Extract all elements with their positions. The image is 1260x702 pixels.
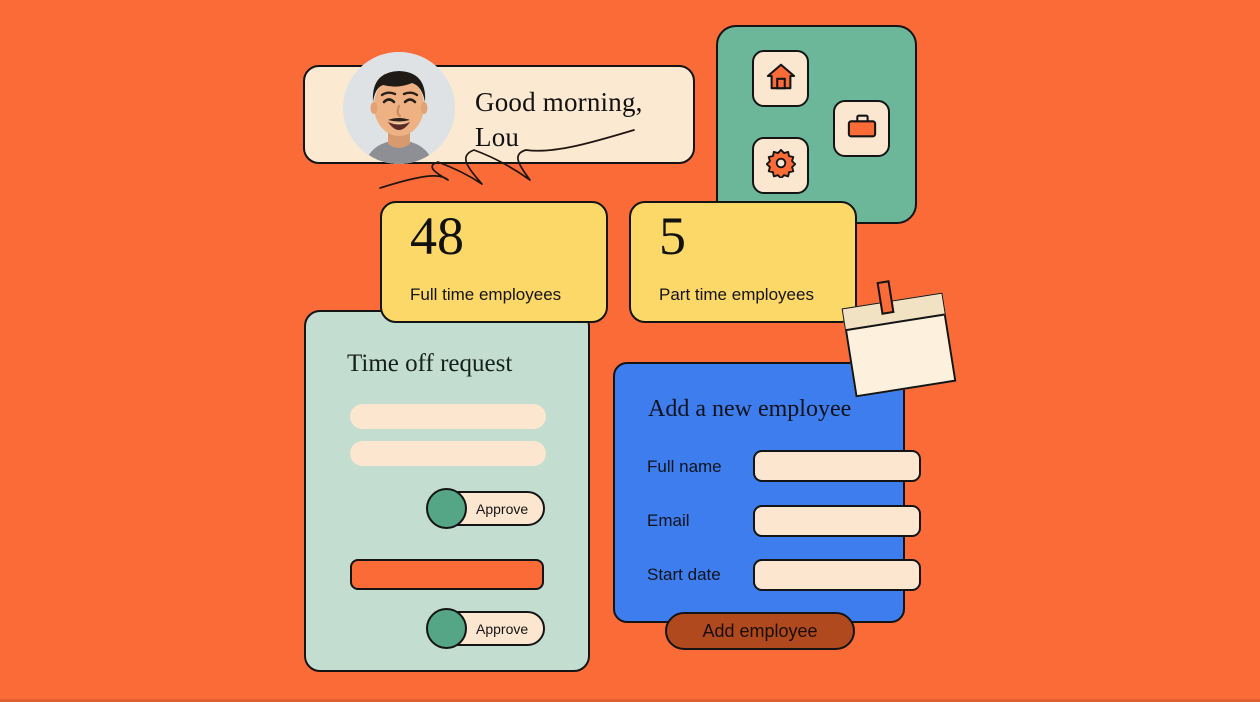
- stat-value: 48: [410, 206, 464, 266]
- stat-value: 5: [659, 206, 686, 266]
- stat-card-full-time: 48 Full time employees: [380, 201, 608, 323]
- sticky-note: [841, 292, 957, 398]
- toggle-knob: [426, 608, 467, 649]
- home-tile-button[interactable]: [752, 50, 809, 107]
- toggle-knob: [426, 488, 467, 529]
- time-off-field-2[interactable]: [350, 441, 546, 466]
- home-icon: [766, 61, 796, 96]
- time-off-title: Time off request: [347, 350, 513, 377]
- greeting-message: Good morning, Lou: [475, 87, 643, 152]
- approve-toggle-2[interactable]: Approve: [426, 608, 545, 649]
- start-date-input[interactable]: [753, 559, 921, 591]
- start-date-label: Start date: [647, 565, 721, 584]
- time-off-field-1[interactable]: [350, 404, 546, 429]
- time-off-highlight-bar: [350, 559, 544, 590]
- full-name-input[interactable]: [753, 450, 921, 482]
- briefcase-icon: [846, 111, 878, 146]
- settings-tile-button[interactable]: [752, 137, 809, 194]
- toggle-label: Approve: [476, 620, 529, 637]
- stat-card-part-time: 5 Part time employees: [629, 201, 857, 323]
- full-name-label: Full name: [647, 457, 722, 476]
- stat-label: Part time employees: [659, 285, 814, 304]
- dashboard-illustration: Good morning, Lou 48 Full time employees…: [0, 0, 1260, 702]
- avatar: [343, 52, 455, 164]
- gear-icon: [765, 148, 796, 183]
- stat-label: Full time employees: [410, 285, 562, 304]
- email-input[interactable]: [753, 505, 921, 537]
- approve-toggle-1[interactable]: Approve: [426, 488, 545, 529]
- email-label: Email: [647, 511, 690, 530]
- add-employee-button[interactable]: Add employee: [665, 612, 855, 650]
- toggle-label: Approve: [476, 500, 529, 517]
- add-employee-title: Add a new employee: [648, 396, 852, 422]
- jobs-tile-button[interactable]: [833, 100, 890, 157]
